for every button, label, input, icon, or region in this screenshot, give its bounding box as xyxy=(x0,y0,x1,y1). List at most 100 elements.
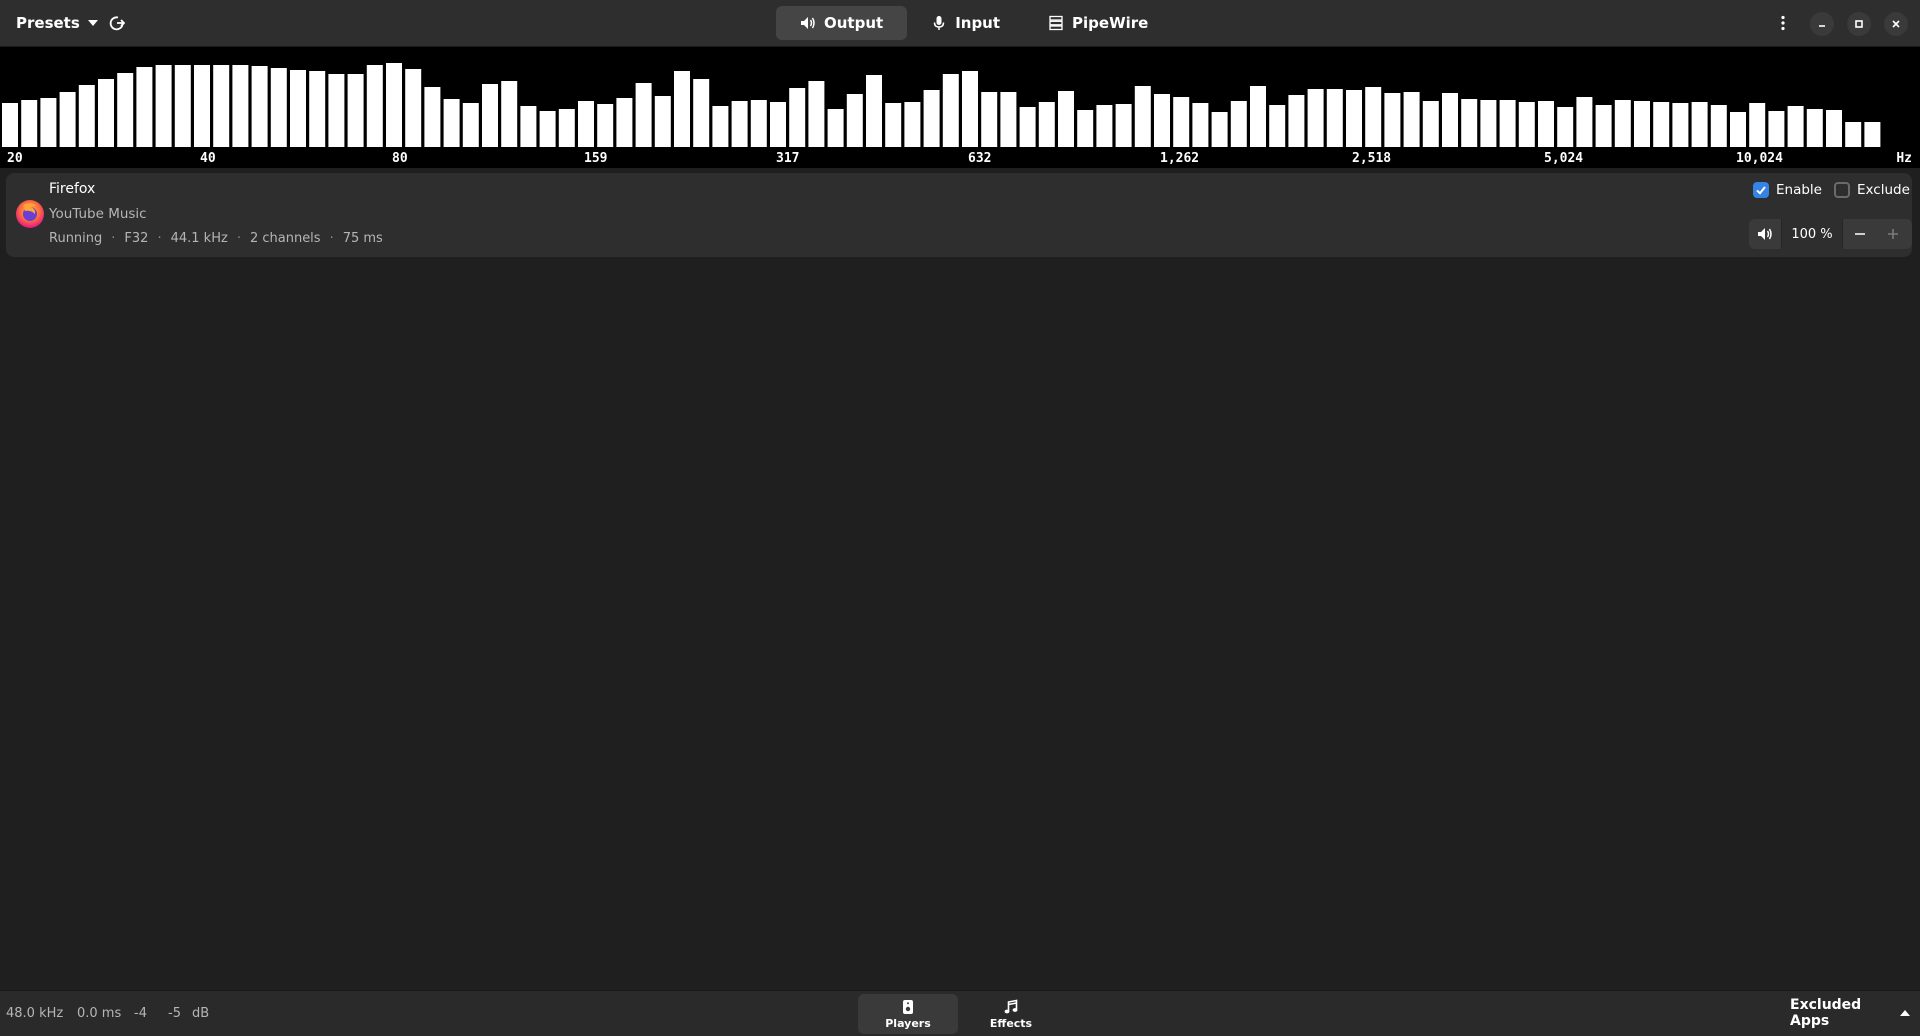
spectrum-bar xyxy=(731,101,748,147)
header-bar: Presets Output Input PipeWire xyxy=(0,0,1920,47)
spectrum-bar xyxy=(1442,93,1458,147)
spectrum-bar xyxy=(1787,106,1804,147)
tab-output[interactable]: Output xyxy=(776,6,908,40)
spectrum-bar xyxy=(1250,86,1266,147)
excluded-apps-button[interactable]: Excluded Apps xyxy=(1780,997,1920,1029)
frequency-tick-label: 2,518 xyxy=(1352,151,1391,166)
spectrum-bar xyxy=(654,96,671,147)
spectrum-bar xyxy=(1806,109,1823,147)
spectrum-bar xyxy=(424,87,441,147)
checkbox-unchecked[interactable] xyxy=(1834,182,1850,198)
separator: · xyxy=(157,231,162,246)
spectrum-bar xyxy=(232,65,249,147)
spectrum-bar xyxy=(1365,87,1382,147)
spectrum-bar xyxy=(1557,107,1574,147)
spectrum-bar xyxy=(1038,102,1055,147)
media-name: YouTube Music xyxy=(49,206,147,222)
tab-players-label: Players xyxy=(885,1016,931,1030)
speaker-device-icon xyxy=(903,999,913,1014)
volume-decrease-button[interactable] xyxy=(1843,219,1876,249)
spectrum-bar xyxy=(635,83,652,147)
checkmark-icon xyxy=(1756,186,1766,195)
enable-checkbox[interactable]: Enable xyxy=(1753,182,1822,198)
view-switcher: Output Input PipeWire xyxy=(776,6,1172,40)
spectrum-chart: 20 40 80 159 317 632 1,262 2,518 5,024 10,024 Hz xyxy=(2,63,1912,166)
mute-button[interactable] xyxy=(1749,219,1781,249)
spectrum-bar xyxy=(1576,97,1593,147)
spectrum-bar xyxy=(1019,107,1036,147)
spectrum-bar xyxy=(539,111,556,147)
minus-icon xyxy=(1854,233,1865,235)
spectrum-bar xyxy=(347,74,364,147)
spectrum-bar xyxy=(885,103,902,147)
main-menu-button[interactable] xyxy=(1767,7,1799,39)
spectrum-bar xyxy=(366,65,383,147)
frequency-tick-label: 80 xyxy=(392,151,408,166)
spectrum-bar xyxy=(1518,102,1535,147)
stream-state: Running xyxy=(49,231,103,246)
frequency-unit-label: Hz xyxy=(1896,151,1912,166)
spectrum-bar xyxy=(923,90,940,147)
spectrum-bar xyxy=(194,65,210,147)
spectrum-bar xyxy=(712,106,729,147)
spectrum-bar xyxy=(558,109,575,147)
spectrum-bar xyxy=(1730,112,1746,147)
spectrum-bar xyxy=(1096,105,1113,147)
spectrum-bar xyxy=(1461,99,1478,147)
spectrum-bar xyxy=(1749,103,1766,147)
frequency-tick-label: 10,024 xyxy=(1736,151,1783,166)
presets-menu-button[interactable]: Presets xyxy=(6,7,108,39)
spectrum-bar xyxy=(962,71,978,147)
spectrum-bar xyxy=(386,63,402,147)
spectrum-bar xyxy=(270,68,287,147)
tab-effects-label: Effects xyxy=(989,1016,1033,1030)
minimize-button[interactable] xyxy=(1810,12,1834,36)
exclude-label: Exclude xyxy=(1857,182,1910,198)
frequency-tick-label: 5,024 xyxy=(1544,151,1583,166)
tab-effects[interactable]: Effects xyxy=(961,994,1061,1034)
frequency-tick-label: 1,262 xyxy=(1160,151,1199,166)
bottom-bar: 48.0 kHz 0.0 ms -4 -5 dB Players Effects… xyxy=(0,990,1920,1036)
music-note-icon xyxy=(1004,999,1018,1013)
spectrum-bar xyxy=(846,94,863,147)
spectrum-bar xyxy=(1710,105,1727,147)
tab-pipewire[interactable]: PipeWire xyxy=(1024,6,1172,40)
volume-value[interactable]: 100 % xyxy=(1781,219,1843,249)
tab-players[interactable]: Players xyxy=(858,994,958,1034)
stream-channels: 2 channels xyxy=(249,231,321,246)
spectrum-bar xyxy=(1480,100,1497,147)
stream-latency: 75 ms xyxy=(342,231,383,246)
maximize-icon xyxy=(1855,20,1863,28)
excluded-apps-label: Excluded Apps xyxy=(1790,997,1862,1029)
separator: · xyxy=(329,231,334,246)
status-sample-rate: 48.0 kHz xyxy=(6,1006,64,1021)
status-level-unit: dB xyxy=(192,1006,210,1021)
tab-output-label: Output xyxy=(824,14,884,32)
spectrum-bar xyxy=(1499,100,1516,147)
bypass-button[interactable] xyxy=(101,7,133,39)
checkbox-checked[interactable] xyxy=(1753,182,1769,198)
spectrum-bar xyxy=(1230,101,1247,147)
speaker-icon xyxy=(1758,228,1772,240)
spectrum-bar xyxy=(827,109,844,147)
exclude-checkbox[interactable]: Exclude xyxy=(1834,182,1910,198)
close-button[interactable] xyxy=(1884,12,1908,36)
spectrum-bar xyxy=(693,79,710,147)
spectrum-bar xyxy=(21,100,38,147)
separator: · xyxy=(236,231,241,246)
tab-input[interactable]: Input xyxy=(907,6,1024,40)
spectrum-bar xyxy=(1326,89,1343,147)
spectrum-bar xyxy=(155,65,172,147)
maximize-button[interactable] xyxy=(1847,12,1871,36)
spectrum-bar xyxy=(1384,93,1401,147)
tab-input-label: Input xyxy=(955,14,1001,32)
spectrum-bar xyxy=(1192,103,1209,147)
frequency-tick-label: 159 xyxy=(584,151,607,166)
close-icon xyxy=(1892,20,1900,28)
spectrum-bar xyxy=(750,100,767,147)
volume-increase-button[interactable] xyxy=(1876,219,1909,249)
spectrum-bar xyxy=(1288,95,1305,147)
frequency-tick-label: 632 xyxy=(968,151,991,166)
spectrum-bar xyxy=(136,67,153,147)
status-latency: 0.0 ms xyxy=(77,1006,122,1021)
